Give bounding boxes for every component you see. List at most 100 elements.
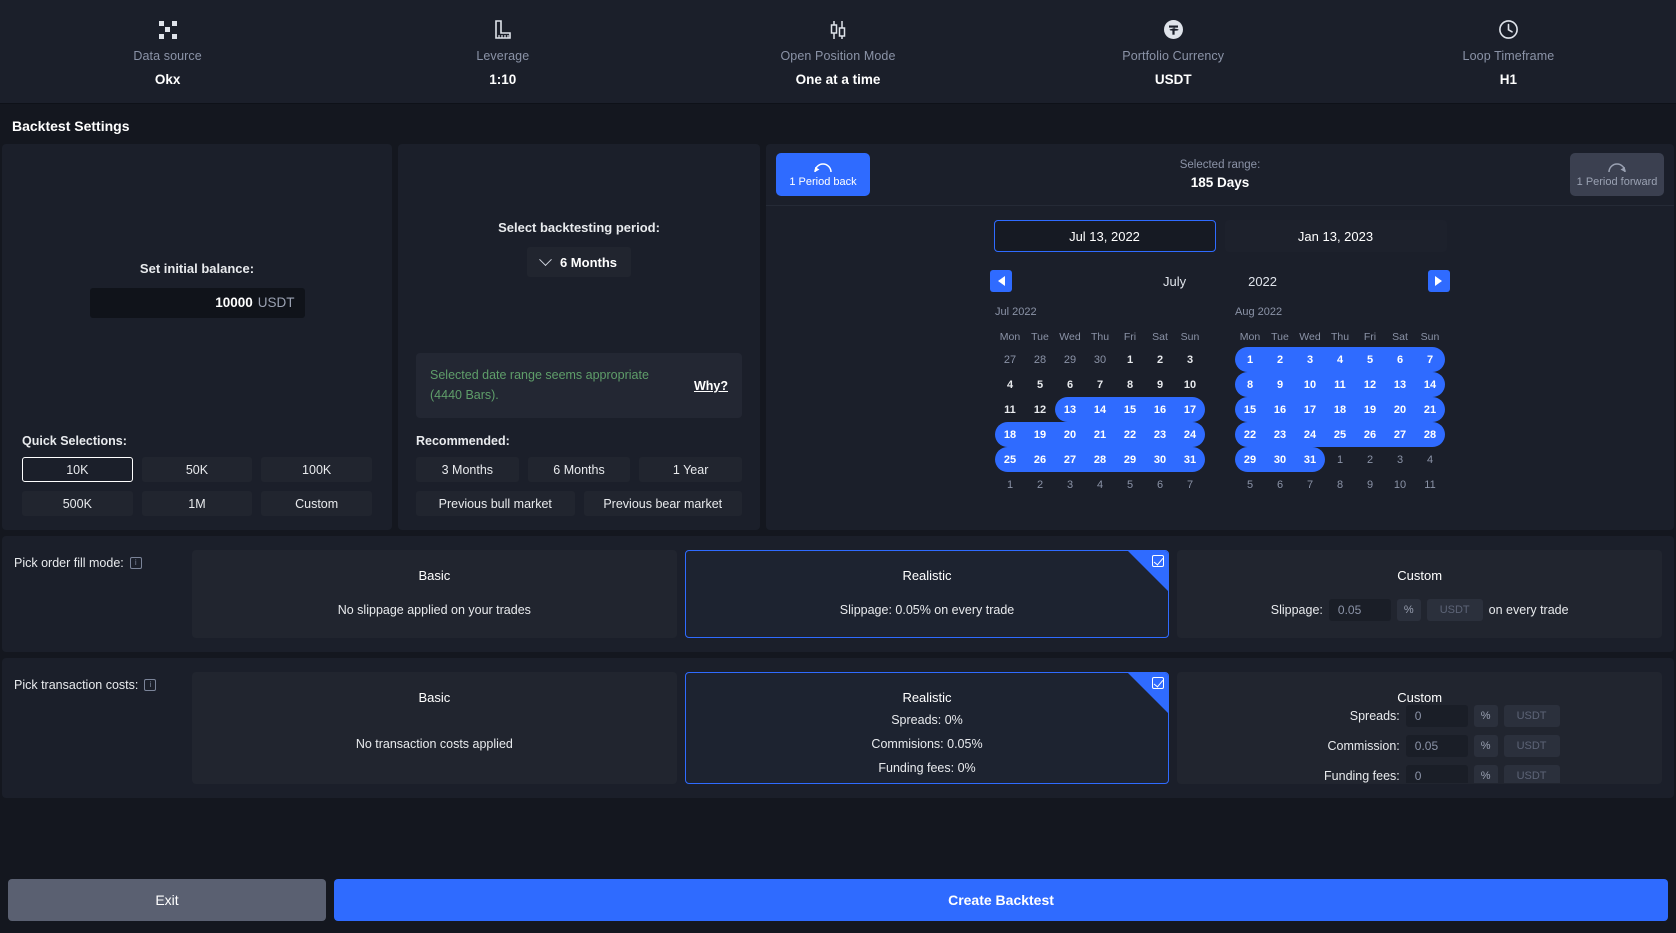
calendar-day-cell[interactable]: 18 bbox=[995, 422, 1025, 447]
topbar-item-data-source[interactable]: Data source Okx bbox=[0, 17, 335, 87]
recommended-3-months[interactable]: 3 Months bbox=[416, 457, 519, 482]
calendar-day-cell[interactable]: 15 bbox=[1115, 397, 1145, 422]
calendar-day-cell[interactable]: 2 bbox=[1025, 472, 1055, 497]
calendar-day-cell[interactable]: 5 bbox=[1115, 472, 1145, 497]
funding-fees-currency-unit[interactable]: USDT bbox=[1503, 765, 1560, 783]
quick-select-100k[interactable]: 100K bbox=[261, 457, 372, 482]
calendar-day-cell[interactable]: 13 bbox=[1385, 372, 1415, 397]
calendar-day-cell[interactable]: 3 bbox=[1055, 472, 1085, 497]
calendar-day-cell[interactable]: 4 bbox=[1325, 347, 1355, 372]
calendar-day-cell[interactable]: 1 bbox=[995, 472, 1025, 497]
calendar-day-cell[interactable]: 26 bbox=[1355, 422, 1385, 447]
slippage-currency-unit[interactable]: USDT bbox=[1426, 599, 1483, 621]
calendar-day-cell[interactable]: 14 bbox=[1085, 397, 1115, 422]
calendar-day-cell[interactable]: 2 bbox=[1355, 447, 1385, 472]
end-date-input[interactable]: Jan 13, 2023 bbox=[1224, 220, 1447, 252]
commission-percent-unit[interactable]: % bbox=[1473, 735, 1498, 757]
calendar-day-cell[interactable]: 20 bbox=[1055, 422, 1085, 447]
recommended-6-months[interactable]: 6 Months bbox=[527, 457, 631, 482]
next-month-button[interactable] bbox=[1427, 270, 1450, 292]
calendar-day-cell[interactable]: 10 bbox=[1385, 472, 1415, 497]
spreads-percent-unit[interactable]: % bbox=[1473, 705, 1498, 727]
calendar-day-cell[interactable]: 26 bbox=[1025, 447, 1055, 472]
calendar-day-cell[interactable]: 28 bbox=[1085, 447, 1115, 472]
calendar-day-cell[interactable]: 12 bbox=[1025, 397, 1055, 422]
calendar-day-cell[interactable]: 14 bbox=[1415, 372, 1445, 397]
calendar-day-cell[interactable]: 5 bbox=[1355, 347, 1385, 372]
calendar-day-cell[interactable]: 1 bbox=[1325, 447, 1355, 472]
calendar-day-cell[interactable]: 24 bbox=[1175, 422, 1205, 447]
why-link[interactable]: Why? bbox=[694, 379, 728, 393]
calendar-day-cell[interactable]: 1 bbox=[1235, 347, 1265, 372]
spreads-input[interactable]: 0 bbox=[1405, 705, 1468, 727]
calendar-day-cell[interactable]: 1 bbox=[1115, 347, 1145, 372]
recommended-previous-bear-market[interactable]: Previous bear market bbox=[583, 491, 742, 516]
funding-fees-percent-unit[interactable]: % bbox=[1473, 765, 1498, 783]
calendar-day-cell[interactable]: 6 bbox=[1055, 372, 1085, 397]
recommended-1-year[interactable]: 1 Year bbox=[639, 457, 742, 482]
calendar-day-cell[interactable]: 4 bbox=[1415, 447, 1445, 472]
period-dropdown[interactable]: 6 Months bbox=[526, 247, 632, 278]
calendar-day-cell[interactable]: 23 bbox=[1145, 422, 1175, 447]
calendar-day-cell[interactable]: 7 bbox=[1085, 372, 1115, 397]
quick-select-custom[interactable]: Custom bbox=[261, 491, 372, 516]
calendar-day-cell[interactable]: 28 bbox=[1415, 422, 1445, 447]
calendar-day-cell[interactable]: 17 bbox=[1295, 397, 1325, 422]
calendar-day-cell[interactable]: 8 bbox=[1115, 372, 1145, 397]
transaction-card-realistic[interactable]: Realistic Spreads: 0% Commisions: 0.05% … bbox=[684, 672, 1170, 784]
recommended-previous-bull-market[interactable]: Previous bull market bbox=[416, 491, 575, 516]
prev-month-button[interactable] bbox=[990, 270, 1012, 292]
calendar-year-label[interactable]: 2022 bbox=[1248, 274, 1277, 289]
topbar-item-open-position-mode[interactable]: Open Position Mode One at a time bbox=[670, 17, 1005, 87]
topbar-item-portfolio-currency[interactable]: Portfolio Currency USDT bbox=[1006, 17, 1341, 87]
quick-select-1m[interactable]: 1M bbox=[141, 491, 253, 516]
topbar-item-leverage[interactable]: Leverage 1:10 bbox=[335, 17, 670, 87]
start-date-input[interactable]: Jul 13, 2022 bbox=[993, 220, 1216, 252]
calendar-day-cell[interactable]: 5 bbox=[1235, 472, 1265, 497]
calendar-day-cell[interactable]: 21 bbox=[1415, 397, 1445, 422]
transaction-card-basic[interactable]: Basic No transaction costs applied bbox=[192, 672, 677, 784]
calendar-day-cell[interactable]: 15 bbox=[1235, 397, 1265, 422]
calendar-day-cell[interactable]: 11 bbox=[995, 397, 1025, 422]
exit-button[interactable]: Exit bbox=[8, 879, 326, 921]
calendar-day-cell[interactable]: 11 bbox=[1415, 472, 1445, 497]
calendar-day-cell[interactable]: 3 bbox=[1295, 347, 1325, 372]
fill-mode-card-basic[interactable]: Basic No slippage applied on your trades bbox=[192, 550, 677, 638]
calendar-day-cell[interactable]: 25 bbox=[995, 447, 1025, 472]
quick-select-10k[interactable]: 10K bbox=[22, 457, 133, 482]
slippage-percent-unit[interactable]: % bbox=[1396, 599, 1421, 621]
calendar-month-label[interactable]: July bbox=[1163, 274, 1186, 289]
create-backtest-button[interactable]: Create Backtest bbox=[334, 879, 1668, 921]
calendar-day-cell[interactable]: 28 bbox=[1025, 347, 1055, 372]
calendar-day-cell[interactable]: 24 bbox=[1295, 422, 1325, 447]
calendar-day-cell[interactable]: 20 bbox=[1385, 397, 1415, 422]
calendar-day-cell[interactable]: 25 bbox=[1325, 422, 1355, 447]
transaction-card-custom[interactable]: Custom Spreads: 0 % USDT Commission: 0.0… bbox=[1177, 672, 1663, 784]
calendar-day-cell[interactable]: 6 bbox=[1265, 472, 1295, 497]
calendar-day-cell[interactable]: 8 bbox=[1325, 472, 1355, 497]
commission-input[interactable]: 0.05 bbox=[1405, 735, 1468, 757]
calendar-day-cell[interactable]: 29 bbox=[1115, 447, 1145, 472]
calendar-day-cell[interactable]: 7 bbox=[1415, 347, 1445, 372]
calendar-day-cell[interactable]: 6 bbox=[1385, 347, 1415, 372]
calendar-day-cell[interactable]: 2 bbox=[1265, 347, 1295, 372]
calendar-day-cell[interactable]: 22 bbox=[1235, 422, 1265, 447]
calendar-day-cell[interactable]: 13 bbox=[1055, 397, 1085, 422]
info-icon[interactable]: i bbox=[129, 557, 142, 569]
calendar-day-cell[interactable]: 8 bbox=[1235, 372, 1265, 397]
calendar-day-cell[interactable]: 4 bbox=[1085, 472, 1115, 497]
calendar-day-cell[interactable]: 7 bbox=[1175, 472, 1205, 497]
quick-select-500k[interactable]: 500K bbox=[22, 491, 133, 516]
quick-select-50k[interactable]: 50K bbox=[141, 457, 253, 482]
spreads-currency-unit[interactable]: USDT bbox=[1503, 705, 1560, 727]
calendar-day-cell[interactable]: 31 bbox=[1295, 447, 1325, 472]
calendar-day-cell[interactable]: 2 bbox=[1145, 347, 1175, 372]
fill-mode-card-realistic[interactable]: Realistic Slippage: 0.05% on every trade bbox=[684, 550, 1170, 638]
fill-mode-card-custom[interactable]: Custom Slippage: 0.05 % USDT on every tr… bbox=[1177, 550, 1663, 638]
calendar-day-cell[interactable]: 22 bbox=[1115, 422, 1145, 447]
calendar-day-cell[interactable]: 3 bbox=[1175, 347, 1205, 372]
period-back-button[interactable]: 1 Period back bbox=[776, 153, 870, 196]
info-icon[interactable]: i bbox=[144, 679, 157, 691]
topbar-item-loop-timeframe[interactable]: Loop Timeframe H1 bbox=[1341, 17, 1676, 87]
calendar-day-cell[interactable]: 18 bbox=[1325, 397, 1355, 422]
